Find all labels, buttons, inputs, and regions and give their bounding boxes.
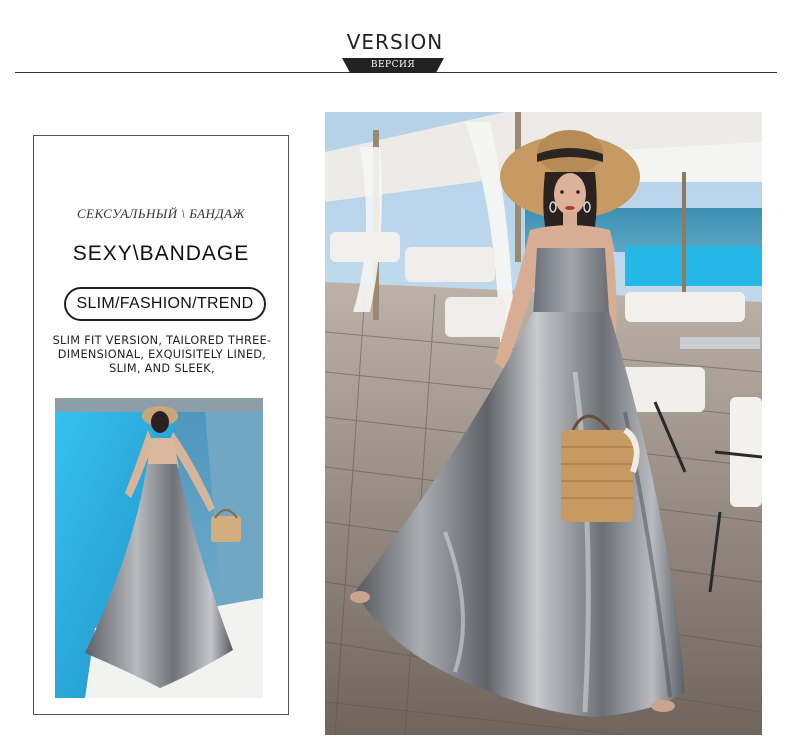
front-view-photo-illustration [325,112,762,735]
back-view-photo [55,398,263,698]
section-subtitle-ribbon: ВЕРСИЯ [342,58,444,73]
description-line: SLIM, AND SLEEK, [109,362,215,375]
description-line: DIMENSIONAL, EXQUISITELY LINED, [57,348,267,361]
style-tags-pill: SLIM/FASHION/TREND [64,287,266,321]
feature-card: СЕКСУАЛЬНЫЙ \ БАНДАЖ SEXY\BANDAGE SLIM/F… [33,135,289,715]
russian-title: СЕКСУАЛЬНЫЙ \ БАНДАЖ [76,206,246,221]
product-description: SLIM FIT VERSION, TAILORED THREE- DIMENS… [40,334,284,376]
back-view-photo-illustration [55,398,263,698]
description-line: SLIM FIT VERSION, TAILORED THREE- [52,334,272,347]
main-product-photo [325,112,762,735]
section-title: VERSION [346,30,444,54]
english-title: SEXY\BANDAGE [72,242,250,265]
